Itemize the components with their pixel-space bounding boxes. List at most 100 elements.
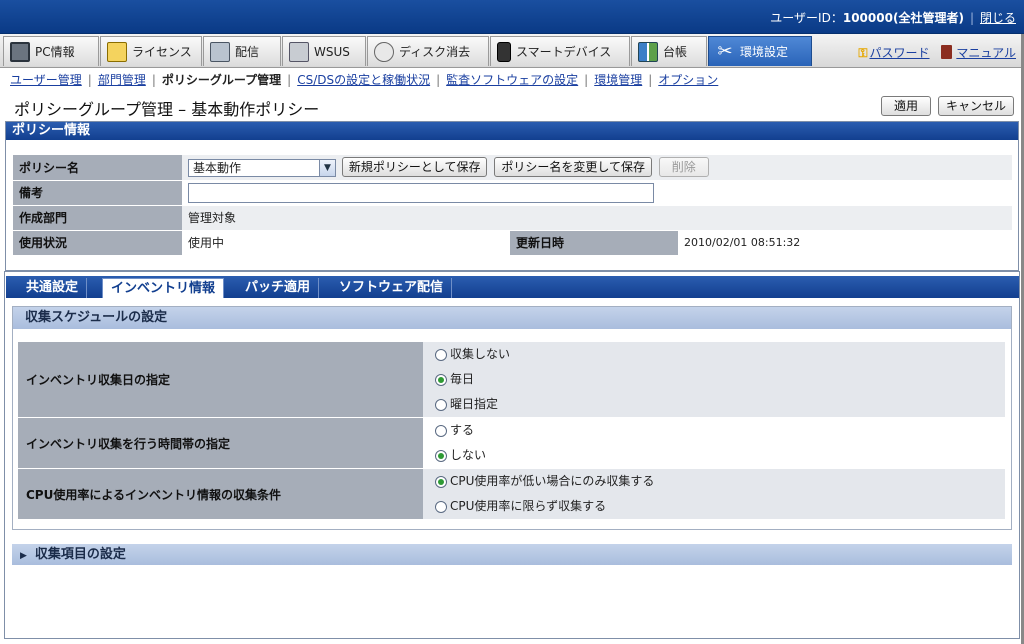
tab-label: ディスク消去 [399,45,471,59]
close-link[interactable]: 閉じる [980,11,1016,25]
radio-no-collect[interactable]: 収集しない [435,342,1005,367]
radio-checked-icon [435,475,447,488]
manual-link[interactable]: マニュアル [956,46,1016,60]
tab-common-settings[interactable]: 共通設定 [18,278,88,298]
radio-cpu-any[interactable]: CPU使用率に限らず収集する [435,494,1005,519]
nav-links: ⚿ パスワード マニュアル [858,44,1016,61]
wsus-icon [289,41,309,62]
chevron-down-icon: ▼ [319,159,335,176]
radio-label: 毎日 [450,372,475,386]
rename-and-save-button[interactable]: ポリシー名を変更して保存 [494,157,652,178]
tab-pc-info[interactable]: PC情報 [3,36,99,66]
radio-label: CPU使用率が低い場合にのみ収集する [450,474,655,488]
top-header-bar: ユーザーID：100000(全社管理者) | 閉じる [0,0,1024,34]
save-as-new-policy-button[interactable]: 新規ポリシーとして保存 [341,157,488,178]
radio-label: 収集しない [450,347,511,361]
tab-patch-apply[interactable]: パッチ適用 [237,278,320,298]
tab-label: WSUS [314,44,350,59]
subnav-options[interactable]: オプション [658,73,718,87]
user-id-label: ユーザーID： [770,11,843,25]
tab-label: PC情報 [35,45,75,59]
page-title: ポリシーグループ管理 – 基本動作ポリシー [14,100,320,119]
radio-time-yes[interactable]: する [435,418,1005,443]
pc-icon [10,41,30,62]
user-id: 100000 [842,11,893,25]
divider: | [584,73,589,87]
radio-checked-icon [435,449,447,462]
radio-checked-icon [435,373,447,386]
collect-items-toggle[interactable]: ▶ 収集項目の設定 [12,544,1012,565]
time-window-options: する しない [423,417,1005,469]
cpu-condition-options: CPU使用率が低い場合にのみ収集する CPU使用率に限らず収集する [423,468,1005,520]
user-role: (全社管理者) [892,11,964,25]
subnav-user-management[interactable]: ユーザー管理 [10,73,82,87]
main-nav: PC情報 ライセンス 配信 WSUS ディスク消去 スマートデバイス 台帳 ✂ 環… [0,34,1024,68]
radio-label: 曜日指定 [450,397,499,411]
radio-label: しない [450,448,487,462]
table-row: インベントリ収集を行う時間帯の指定 する しない [18,417,1005,469]
tab-env-settings[interactable]: ✂ 環境設定 [708,36,812,66]
key-icon: ⚿ [858,46,868,60]
radio-icon [435,348,447,361]
ledger-icon [638,41,658,62]
usage-label: 使用状況 [13,230,182,256]
tab-license[interactable]: ライセンス [100,36,202,66]
book-icon [941,45,953,59]
tab-label: 環境設定 [740,45,789,59]
divider: | [151,73,156,87]
collection-day-label: インベントリ収集日の指定 [18,342,423,418]
tab-ledger[interactable]: 台帳 [631,36,707,66]
policy-info-header: ポリシー情報 [6,122,1018,140]
delete-button[interactable]: 削除 [658,157,709,178]
department-value: 管理対象 [182,205,1012,231]
sub-nav: ユーザー管理 | 部門管理 | ポリシーグループ管理 | CS/DSの設定と稼働状況 | 監査ソ… [10,71,718,89]
tab-smart-device[interactable]: スマートデバイス [490,36,630,66]
tab-label: スマートデバイス [516,45,612,59]
collection-schedule-title: 収集スケジュールの設定 [13,307,1011,329]
table-row: CPU使用率によるインベントリ情報の収集条件 CPU使用率が低い場合にのみ収集す… [18,468,1005,520]
remarks-cell [182,180,1012,206]
radio-label: する [450,423,475,437]
subnav-policy-group-management: ポリシーグループ管理 [161,73,282,87]
subnav-department-management[interactable]: 部門管理 [98,73,146,87]
radio-daily[interactable]: 毎日 [435,367,1005,392]
distribution-icon [210,41,230,62]
policy-name-select[interactable]: 基本動作 ▼ [188,158,336,177]
cancel-button[interactable]: キャンセル [938,96,1014,116]
apply-button[interactable]: 適用 [881,96,931,116]
divider: | [87,73,92,87]
tools-icon: ✂ [717,40,733,62]
radio-cpu-low-only[interactable]: CPU使用率が低い場合にのみ収集する [435,469,1005,494]
cpu-condition-label: CPU使用率によるインベントリ情報の収集条件 [18,468,423,520]
divider: | [436,73,441,87]
tab-inventory-info[interactable]: インベントリ情報 [102,278,225,298]
table-row: インベントリ収集日の指定 収集しない 毎日 曜日指定 [18,342,1005,418]
collect-items-title: 収集項目の設定 [34,547,126,562]
subnav-cs-ds-settings[interactable]: CS/DSの設定と稼働状況 [297,73,430,87]
subnav-environment-management[interactable]: 環境管理 [594,73,642,87]
tab-software-distribution[interactable]: ソフトウェア配信 [331,278,453,298]
policy-name-value: 基本動作 [193,160,242,175]
disk-erase-icon [374,41,394,62]
collection-day-options: 収集しない 毎日 曜日指定 [423,342,1005,418]
divider: | [969,11,974,25]
schedule-table: インベントリ収集日の指定 収集しない 毎日 曜日指定 インベントリ収集を行う時間… [18,342,1005,520]
tab-label: 配信 [235,45,260,59]
radio-weekday[interactable]: 曜日指定 [435,392,1005,417]
password-link[interactable]: パスワード [870,46,930,60]
department-label: 作成部門 [13,205,182,231]
tab-wsus[interactable]: WSUS [282,36,366,66]
remarks-label: 備考 [13,180,182,206]
subnav-audit-software-settings[interactable]: 監査ソフトウェアの設定 [446,73,578,87]
radio-icon [435,424,447,437]
tab-distribution[interactable]: 配信 [203,36,281,66]
time-window-label: インベントリ収集を行う時間帯の指定 [18,417,423,469]
divider: | [648,73,653,87]
remarks-input[interactable] [188,182,654,203]
smart-device-icon [497,41,511,62]
radio-time-no[interactable]: しない [435,443,1005,468]
policy-name-cell: 基本動作 ▼ 新規ポリシーとして保存 ポリシー名を変更して保存 削除 [182,155,1012,181]
updated-label: 更新日時 [510,230,678,256]
radio-icon [435,398,447,411]
tab-disk-erase[interactable]: ディスク消去 [367,36,489,66]
